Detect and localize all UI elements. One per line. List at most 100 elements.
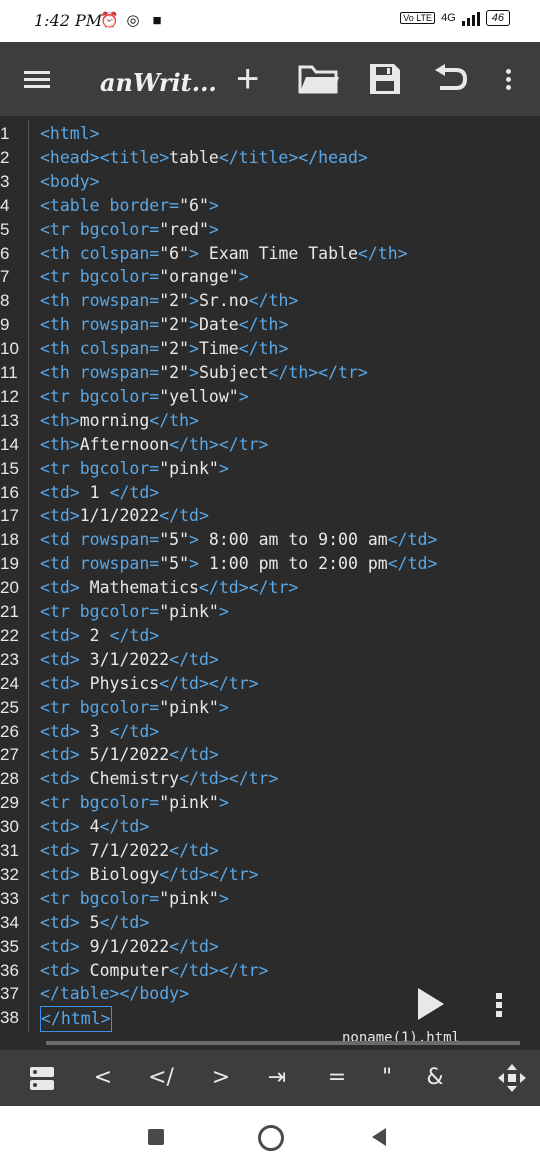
code-line[interactable]: 21 <tr bgcolor="pink"> bbox=[0, 600, 540, 624]
menu-icon[interactable] bbox=[24, 59, 50, 99]
more-options-icon[interactable] bbox=[506, 59, 511, 99]
equals-key[interactable]: = bbox=[316, 1050, 358, 1106]
code-text[interactable]: <td>1/1/2022</td> bbox=[40, 504, 209, 528]
code-line[interactable]: 38 </html> bbox=[0, 1006, 540, 1032]
code-text[interactable]: <tr bgcolor="orange"> bbox=[40, 265, 249, 289]
code-line[interactable]: 2 <head><title>table</title></head> bbox=[0, 146, 540, 170]
code-line[interactable]: 36 <td> Computer</td></tr> bbox=[0, 959, 540, 983]
code-line[interactable]: 5 <tr bgcolor="red"> bbox=[0, 218, 540, 242]
code-line[interactable]: 31 <td> 7/1/2022</td> bbox=[0, 839, 540, 863]
code-text[interactable]: <td> 5</td> bbox=[40, 911, 149, 935]
code-line[interactable]: 13 <th>morning</th> bbox=[0, 409, 540, 433]
code-text[interactable]: <td> 2 </td> bbox=[40, 624, 159, 648]
code-editor[interactable]: 1 <html> 2 <head><title>table</title></head… bbox=[0, 120, 540, 1032]
greater-than-key[interactable]: > bbox=[200, 1050, 242, 1106]
code-text[interactable]: <th rowspan="2">Date</th> bbox=[40, 313, 288, 337]
code-text[interactable]: <td> 3 </td> bbox=[40, 720, 159, 744]
code-text[interactable]: <body> bbox=[40, 170, 100, 194]
code-text[interactable]: <td> Physics</td></tr> bbox=[40, 672, 259, 696]
code-text[interactable]: <td rowspan="5"> 1:00 pm to 2:00 pm</td> bbox=[40, 552, 437, 576]
code-text[interactable]: <th>Afternoon</th></tr> bbox=[40, 433, 269, 457]
code-text[interactable]: </table></body> bbox=[40, 982, 189, 1006]
code-text[interactable]: <td> Biology</td></tr> bbox=[40, 863, 259, 887]
code-text[interactable]: <td> 4</td> bbox=[40, 815, 149, 839]
code-line[interactable]: 16 <td> 1 </td> bbox=[0, 481, 540, 505]
new-file-icon[interactable]: + bbox=[236, 59, 259, 99]
code-line[interactable]: 35 <td> 9/1/2022</td> bbox=[0, 935, 540, 959]
code-text[interactable]: <head><title>table</title></head> bbox=[40, 146, 368, 170]
code-line[interactable]: 14 <th>Afternoon</th></tr> bbox=[0, 433, 540, 457]
code-text[interactable]: <td> Mathematics</td></tr> bbox=[40, 576, 298, 600]
code-line[interactable]: 7 <tr bgcolor="orange"> bbox=[0, 265, 540, 289]
quote-key[interactable]: " bbox=[366, 1050, 408, 1106]
code-line[interactable]: 4 <table border="6"> bbox=[0, 194, 540, 218]
code-text[interactable]: <html> bbox=[40, 122, 100, 146]
code-text[interactable]: <td> 9/1/2022</td> bbox=[40, 935, 219, 959]
code-text[interactable]: <td> 3/1/2022</td> bbox=[40, 648, 219, 672]
code-line[interactable]: 19 <td rowspan="5"> 1:00 pm to 2:00 pm</t… bbox=[0, 552, 540, 576]
code-text[interactable]: <tr bgcolor="red"> bbox=[40, 218, 219, 242]
code-line[interactable]: 6 <th colspan="6"> Exam Time Table</th> bbox=[0, 242, 540, 266]
code-text[interactable]: <tr bgcolor="yellow"> bbox=[40, 385, 249, 409]
tab-key[interactable]: ⇥ bbox=[256, 1050, 298, 1106]
code-text[interactable]: <th colspan="6"> Exam Time Table</th> bbox=[40, 242, 408, 266]
close-tag-key[interactable]: </ bbox=[140, 1050, 182, 1106]
code-line[interactable]: 33 <tr bgcolor="pink"> bbox=[0, 887, 540, 911]
code-line[interactable]: 12 <tr bgcolor="yellow"> bbox=[0, 385, 540, 409]
code-text[interactable]: <tr bgcolor="pink"> bbox=[40, 457, 229, 481]
code-text[interactable]: <td> Chemistry</td></tr> bbox=[40, 767, 278, 791]
code-line[interactable]: 32 <td> Biology</td></tr> bbox=[0, 863, 540, 887]
code-line[interactable]: 26 <td> 3 </td> bbox=[0, 720, 540, 744]
code-token: </td> bbox=[169, 745, 219, 765]
code-line[interactable]: 30 <td> 4</td> bbox=[0, 815, 540, 839]
code-text[interactable]: <td rowspan="5"> 8:00 am to 9:00 am</td> bbox=[40, 528, 437, 552]
code-line[interactable]: 11 <th rowspan="2">Subject</th></tr> bbox=[0, 361, 540, 385]
code-text[interactable]: <th colspan="2">Time</th> bbox=[40, 337, 288, 361]
code-line[interactable]: 28 <td> Chemistry</td></tr> bbox=[0, 767, 540, 791]
code-text[interactable]: <td> 5/1/2022</td> bbox=[40, 743, 219, 767]
move-cursor-icon[interactable] bbox=[488, 1050, 536, 1106]
code-line[interactable]: 20 <td> Mathematics</td></tr> bbox=[0, 576, 540, 600]
home-icon[interactable] bbox=[258, 1125, 284, 1151]
code-text[interactable]: <td> 1 </td> bbox=[40, 481, 159, 505]
code-text[interactable]: <td> Computer</td></tr> bbox=[40, 959, 269, 983]
code-text[interactable]: <th rowspan="2">Subject</th></tr> bbox=[40, 361, 368, 385]
code-text[interactable]: <tr bgcolor="pink"> bbox=[40, 600, 229, 624]
recent-apps-icon[interactable] bbox=[148, 1129, 164, 1145]
code-line[interactable]: 1 <html> bbox=[0, 122, 540, 146]
code-line[interactable]: 23 <td> 3/1/2022</td> bbox=[0, 648, 540, 672]
code-line[interactable]: 34 <td> 5</td> bbox=[0, 911, 540, 935]
run-icon[interactable] bbox=[418, 988, 444, 1020]
code-line[interactable]: 25 <tr bgcolor="pink"> bbox=[0, 696, 540, 720]
code-line[interactable]: 3 <body> bbox=[0, 170, 540, 194]
code-line[interactable]: 24 <td> Physics</td></tr> bbox=[0, 672, 540, 696]
code-text[interactable]: <td> 7/1/2022</td> bbox=[40, 839, 219, 863]
less-than-key[interactable]: < bbox=[82, 1050, 124, 1106]
code-text[interactable]: <th rowspan="2">Sr.no</th> bbox=[40, 289, 298, 313]
code-text[interactable]: <table border="6"> bbox=[40, 194, 219, 218]
code-token: <tr bgcolor= bbox=[40, 458, 160, 478]
toggle-keys-icon[interactable] bbox=[22, 1050, 62, 1106]
code-line[interactable]: 18 <td rowspan="5"> 8:00 am to 9:00 am</t… bbox=[0, 528, 540, 552]
code-text[interactable]: <tr bgcolor="pink"> bbox=[40, 887, 229, 911]
undo-icon[interactable] bbox=[434, 59, 468, 99]
code-line[interactable]: 9 <th rowspan="2">Date</th> bbox=[0, 313, 540, 337]
code-text[interactable]: <th>morning</th> bbox=[40, 409, 199, 433]
ampersand-key[interactable]: & bbox=[414, 1050, 456, 1106]
code-text[interactable]: <tr bgcolor="pink"> bbox=[40, 696, 229, 720]
code-line[interactable]: 17 <td>1/1/2022</td> bbox=[0, 504, 540, 528]
code-line[interactable]: 37 </table></body> bbox=[0, 982, 540, 1006]
code-line[interactable]: 27 <td> 5/1/2022</td> bbox=[0, 743, 540, 767]
code-text[interactable]: <tr bgcolor="pink"> bbox=[40, 791, 229, 815]
open-folder-icon[interactable] bbox=[298, 59, 340, 99]
horizontal-scrollbar[interactable] bbox=[46, 1041, 520, 1045]
code-line[interactable]: 22 <td> 2 </td> bbox=[0, 624, 540, 648]
back-icon[interactable] bbox=[372, 1128, 386, 1146]
code-line[interactable]: 15 <tr bgcolor="pink"> bbox=[0, 457, 540, 481]
code-line[interactable]: 10 <th colspan="2">Time</th> bbox=[0, 337, 540, 361]
code-text[interactable]: </html> bbox=[40, 1006, 112, 1032]
save-icon[interactable] bbox=[368, 59, 402, 99]
code-line[interactable]: 8 <th rowspan="2">Sr.no</th> bbox=[0, 289, 540, 313]
editor-menu-icon[interactable] bbox=[496, 990, 502, 1020]
code-line[interactable]: 29 <tr bgcolor="pink"> bbox=[0, 791, 540, 815]
